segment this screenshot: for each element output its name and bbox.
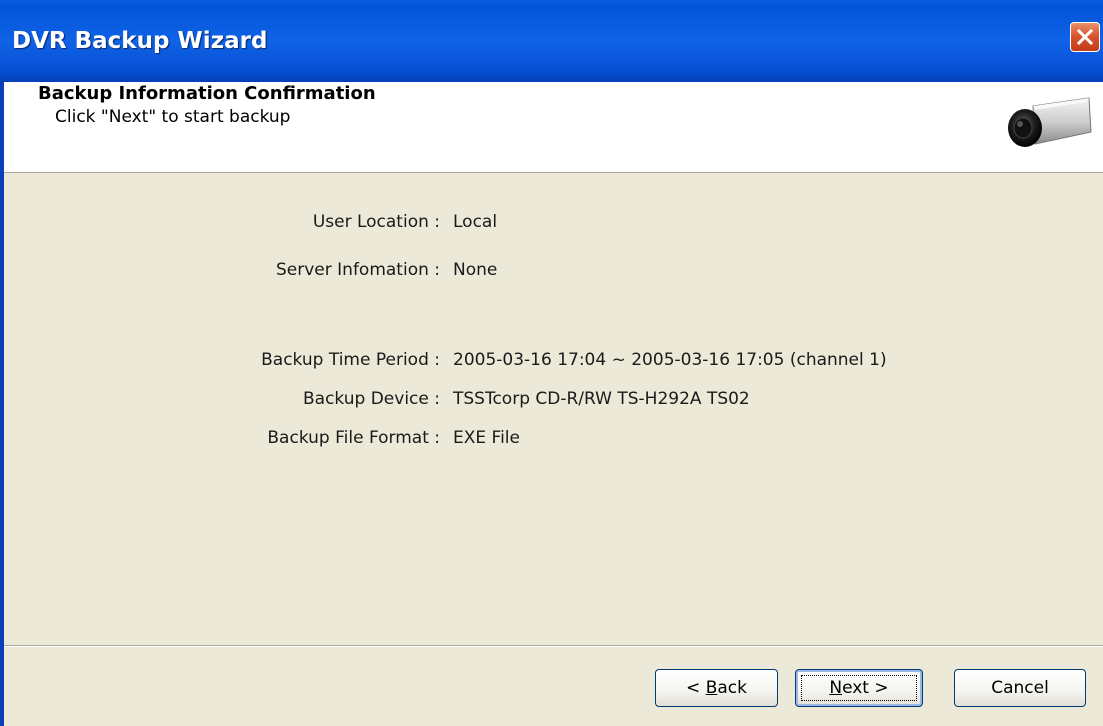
back-button-rest: ack — [717, 678, 747, 698]
back-button[interactable]: < Back — [655, 669, 778, 707]
wizard-header: Backup Information Confirmation Click "N… — [0, 82, 1103, 173]
focus-rectangle — [801, 675, 917, 701]
next-button[interactable]: Next > — [795, 669, 923, 707]
security-camera-icon — [1008, 97, 1092, 147]
page-subtitle: Click "Next" to start backup — [55, 107, 291, 127]
user-location-value: Local — [453, 212, 498, 232]
backup-file-format-value: EXE File — [453, 428, 520, 448]
close-button[interactable] — [1070, 22, 1100, 52]
page-title: Backup Information Confirmation — [38, 83, 376, 104]
back-button-mnemonic: B — [705, 678, 718, 698]
server-information-label: Server Infomation : — [276, 260, 440, 280]
backup-device-value: TSSTcorp CD-R/RW TS-H292A TS02 — [453, 389, 750, 409]
user-location-label: User Location : — [312, 212, 440, 232]
backup-time-period-label: Backup Time Period : — [261, 350, 440, 370]
back-button-prefix: < — [686, 678, 706, 698]
backup-file-format-label: Backup File Format : — [267, 428, 440, 448]
backup-device-label: Backup Device : — [303, 389, 440, 409]
backup-time-period-value: 2005-03-16 17:04 ~ 2005-03-16 17:05 (cha… — [453, 350, 887, 370]
wizard-window: DVR Backup Wizard Backup Information Con… — [0, 0, 1103, 726]
cancel-button[interactable]: Cancel — [954, 669, 1086, 707]
title-bar[interactable]: DVR Backup Wizard — [0, 0, 1103, 82]
server-information-value: None — [453, 260, 498, 280]
close-icon — [1077, 29, 1093, 45]
footer-divider — [4, 645, 1103, 647]
window-title: DVR Backup Wizard — [12, 28, 268, 54]
